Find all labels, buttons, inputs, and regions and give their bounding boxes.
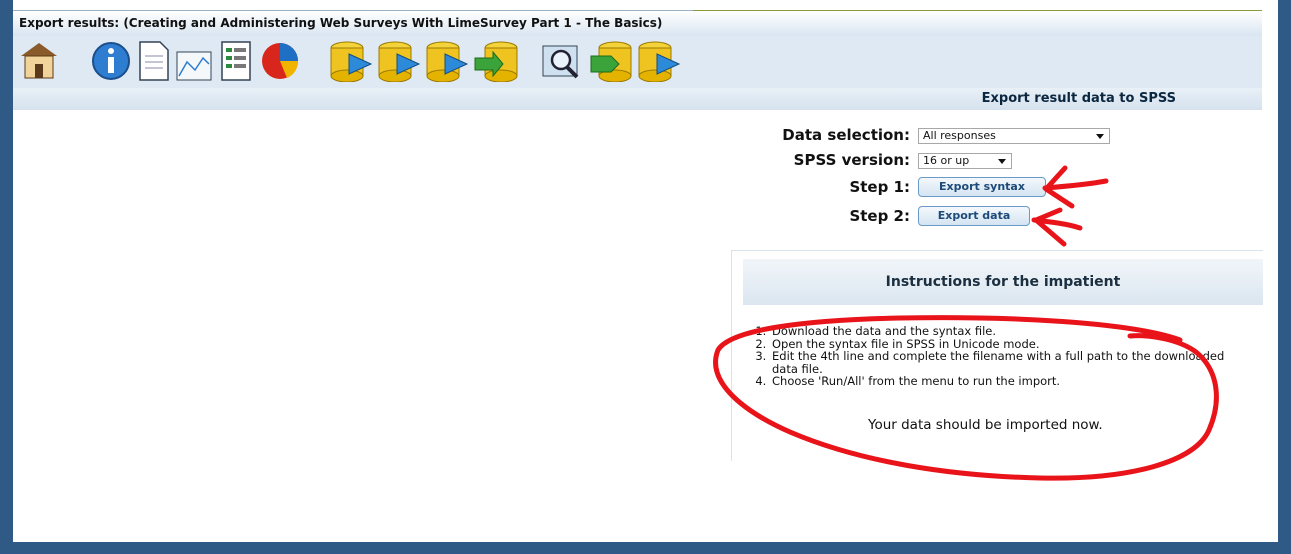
data-selection-value: All responses — [923, 129, 996, 142]
document-icon[interactable] — [137, 40, 171, 82]
list-icon[interactable] — [219, 40, 253, 82]
data-selection-label: Data selection: — [782, 126, 910, 144]
export-spss-icon[interactable] — [377, 40, 421, 82]
pie-chart-icon[interactable] — [259, 40, 301, 82]
info-icon[interactable] — [91, 40, 131, 82]
spss-version-label: SPSS version: — [793, 151, 910, 169]
chart-icon[interactable] — [175, 40, 213, 82]
page-title-text: Export results: (Creating and Administer… — [19, 16, 663, 30]
data-selection-select[interactable]: All responses — [918, 128, 1110, 144]
import-icon[interactable] — [473, 40, 521, 82]
instructions-heading: Instructions for the impatient — [743, 259, 1263, 305]
export-data-button[interactable]: Export data — [918, 206, 1030, 226]
vv-export-icon[interactable] — [589, 40, 633, 82]
list-item: Download the data and the syntax file. — [770, 325, 1250, 338]
export-syntax-button[interactable]: Export syntax — [918, 177, 1046, 197]
toolbar — [13, 36, 1262, 88]
home-icon[interactable] — [19, 40, 59, 80]
final-message: Your data should be imported now. — [868, 417, 1103, 433]
instructions-panel: Instructions for the impatient Download … — [731, 250, 1263, 461]
browse-icon[interactable] — [541, 40, 585, 82]
export-icon[interactable] — [329, 40, 373, 82]
vv-import-icon[interactable] — [637, 40, 681, 82]
step2-label: Step 2: — [849, 207, 910, 225]
list-item: Edit the 4th line and complete the filen… — [770, 350, 1250, 375]
page-title: Export results: (Creating and Administer… — [13, 10, 1262, 36]
title-divider — [693, 10, 1262, 11]
spss-version-select[interactable]: 16 or up — [918, 153, 1012, 169]
step1-label: Step 1: — [849, 178, 910, 196]
section-heading: Export result data to SPSS — [13, 88, 1262, 110]
instructions-heading-text: Instructions for the impatient — [885, 274, 1121, 290]
list-item: Choose 'Run/All' from the menu to run th… — [770, 375, 1250, 388]
export-r-icon[interactable] — [425, 40, 469, 82]
chevron-down-icon — [998, 159, 1006, 164]
instructions-list: Download the data and the syntax file. O… — [752, 325, 1250, 388]
chevron-down-icon — [1096, 134, 1104, 139]
spss-version-value: 16 or up — [923, 154, 970, 167]
section-heading-text: Export result data to SPSS — [981, 91, 1176, 106]
